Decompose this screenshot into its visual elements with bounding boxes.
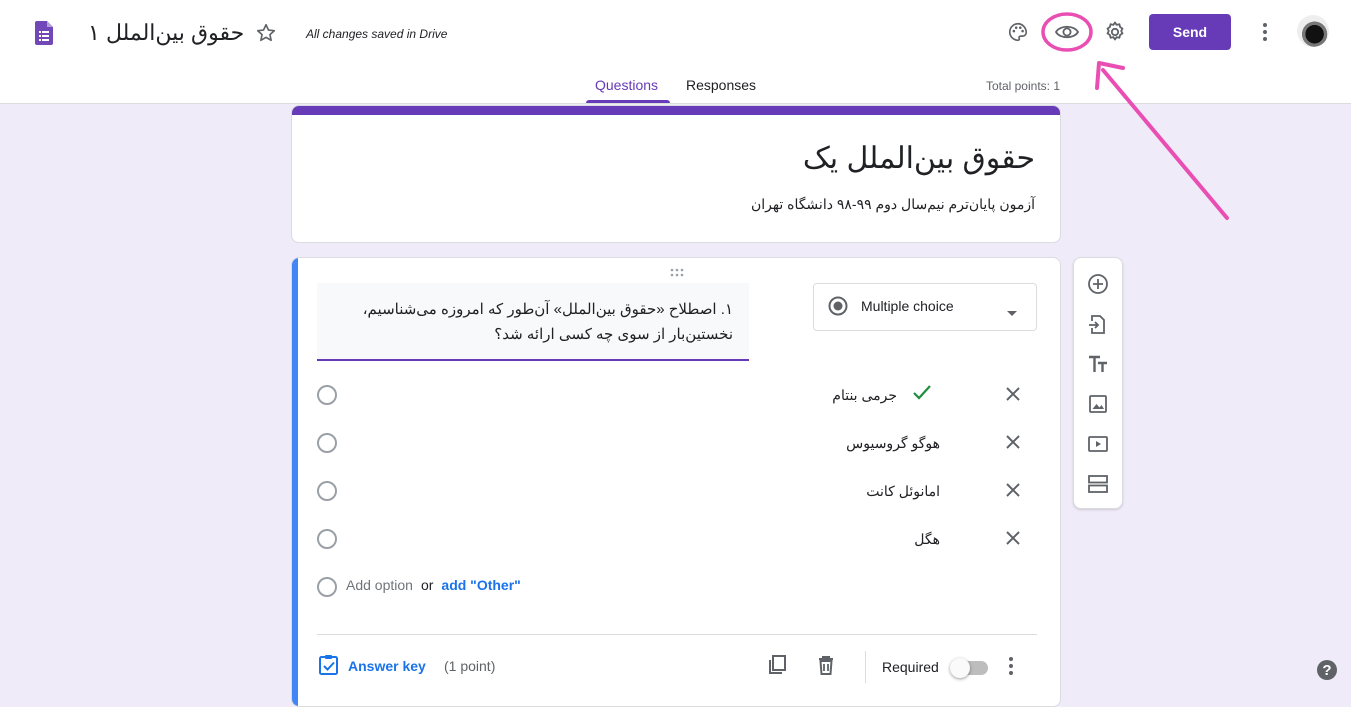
active-tab-indicator xyxy=(586,100,670,103)
required-toggle-knob[interactable] xyxy=(950,658,970,678)
card-divider xyxy=(317,634,1037,635)
remove-option-icon[interactable] xyxy=(1004,481,1022,499)
remove-option-icon[interactable] xyxy=(1004,385,1022,403)
option-radio xyxy=(317,529,337,549)
import-questions-icon[interactable] xyxy=(1087,313,1109,335)
add-other-button[interactable]: add "Other" xyxy=(441,577,520,593)
form-title[interactable]: حقوق بین‌الملل یک xyxy=(803,141,1035,176)
help-icon[interactable]: ? xyxy=(1317,660,1337,680)
add-image-icon[interactable] xyxy=(1087,393,1109,415)
correct-check-icon xyxy=(912,384,934,404)
duplicate-icon[interactable] xyxy=(766,654,788,676)
save-status: All changes saved in Drive xyxy=(306,27,448,41)
add-video-icon[interactable] xyxy=(1087,433,1109,455)
add-title-icon[interactable] xyxy=(1087,353,1109,375)
radio-checked-icon xyxy=(828,296,848,316)
drag-handle-icon[interactable] xyxy=(669,265,684,277)
option-radio xyxy=(317,433,337,453)
add-question-icon[interactable] xyxy=(1087,273,1109,295)
option-label[interactable]: هوگو گروسیوس xyxy=(846,435,940,452)
dropdown-arrow-icon xyxy=(1007,304,1017,316)
add-option-row: Add option or add "Other" xyxy=(346,577,521,593)
star-icon[interactable] xyxy=(254,21,278,45)
form-title-card[interactable]: حقوق بین‌الملل یک آزمون پایان‌ترم نیم‌سا… xyxy=(291,105,1061,243)
avatar[interactable] xyxy=(1297,15,1329,47)
add-section-icon[interactable] xyxy=(1087,473,1109,495)
tab-questions[interactable]: Questions xyxy=(595,77,658,93)
annotation-arrow xyxy=(1041,12,1229,220)
remove-option-icon[interactable] xyxy=(1004,433,1022,451)
form-description[interactable]: آزمون پایان‌ترم نیم‌سال دوم ۹۹-۹۸ دانشگا… xyxy=(751,196,1035,213)
focus-indicator xyxy=(292,258,298,706)
question-type-label: Multiple choice xyxy=(861,298,954,314)
option-radio xyxy=(317,577,337,597)
delete-icon[interactable] xyxy=(815,654,837,676)
answer-key-button[interactable]: Answer key xyxy=(348,658,426,674)
option-radio xyxy=(317,385,337,405)
tab-responses[interactable]: Responses xyxy=(686,77,756,93)
question-text-line: نخستین‌بار از سوی چه کسی ارائه شد؟ xyxy=(494,326,733,343)
question-points: (1 point) xyxy=(444,658,496,674)
remove-option-icon[interactable] xyxy=(1004,529,1022,547)
question-text-line: ۱. اصطلاح «حقوق بین‌الملل» آن‌طور که امر… xyxy=(362,301,733,318)
palette-icon[interactable] xyxy=(1006,20,1030,44)
footer-divider xyxy=(865,651,866,683)
option-label[interactable]: جرمی بنتام xyxy=(832,387,897,404)
required-label: Required xyxy=(882,659,939,675)
option-label[interactable]: امانوئل کانت xyxy=(866,483,940,500)
document-title[interactable]: حقوق بین‌الملل ۱ xyxy=(88,20,244,46)
answer-key-icon[interactable] xyxy=(318,654,340,676)
floating-toolbar xyxy=(1073,257,1123,509)
question-title-input[interactable]: ۱. اصطلاح «حقوق بین‌الملل» آن‌طور که امر… xyxy=(317,283,749,361)
question-card[interactable]: ۱. اصطلاح «حقوق بین‌الملل» آن‌طور که امر… xyxy=(291,257,1061,707)
more-vert-icon[interactable] xyxy=(1008,656,1018,676)
question-type-select[interactable]: Multiple choice xyxy=(813,283,1037,331)
option-radio xyxy=(317,481,337,501)
or-text: or xyxy=(420,577,434,593)
option-label[interactable]: هگل xyxy=(914,531,940,548)
add-option-button[interactable]: Add option xyxy=(346,577,413,593)
forms-logo-icon[interactable] xyxy=(35,21,53,45)
accent-bar xyxy=(292,106,1060,115)
